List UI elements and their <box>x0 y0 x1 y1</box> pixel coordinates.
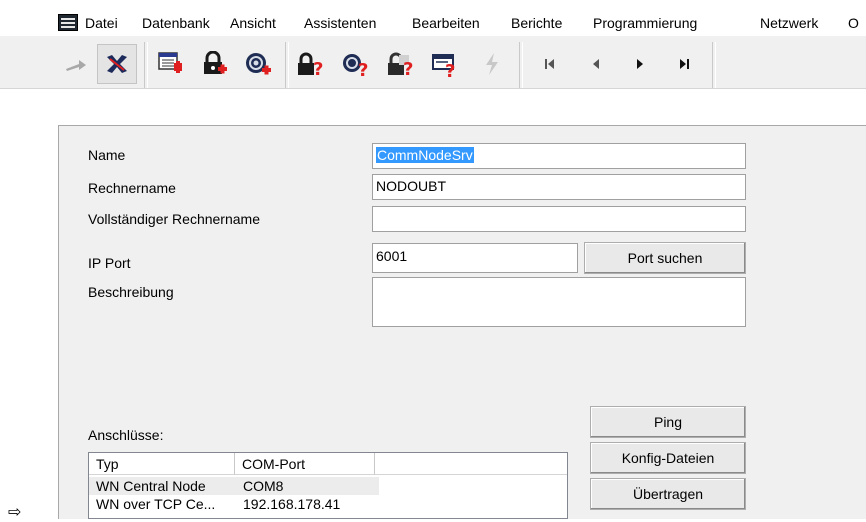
menu-datei[interactable]: Datei <box>85 15 118 32</box>
delete-button[interactable] <box>97 44 137 84</box>
menu-datenbank[interactable]: Datenbank <box>142 15 210 32</box>
transponder-query-button[interactable]: ? <box>336 44 376 84</box>
previous-record-button[interactable] <box>576 44 616 84</box>
table-row[interactable]: WN Central Node COM8 <box>89 477 379 495</box>
lock-query-grey-icon: ? <box>388 52 413 77</box>
last-record-icon <box>680 59 689 69</box>
connections-table[interactable]: Typ COM-Port WN Central Node COM8 WN ove… <box>88 452 568 519</box>
menu-ansicht[interactable]: Ansicht <box>230 15 276 32</box>
menu-bearbeiten[interactable]: Bearbeiten <box>412 15 480 32</box>
column-header-com-port[interactable]: COM-Port <box>235 453 375 475</box>
name-label: Name <box>88 147 126 163</box>
column-header-typ[interactable]: Typ <box>89 453 235 475</box>
name-value: CommNodeSrv <box>376 147 474 163</box>
table-row[interactable]: WN over TCP Ce... 192.168.178.41 <box>89 495 567 513</box>
lock-query-button[interactable]: ? <box>290 44 330 84</box>
next-record-icon <box>637 59 643 69</box>
new-transponder-button[interactable] <box>238 44 278 84</box>
menu-netzwerk[interactable]: Netzwerk <box>760 15 818 32</box>
full-computer-name-label: Vollständiger Rechnername <box>88 211 260 227</box>
port-search-button[interactable]: Port suchen <box>584 242 746 274</box>
menu-berichte[interactable]: Berichte <box>511 15 562 32</box>
menu-assistenten[interactable]: Assistenten <box>304 15 376 32</box>
ip-port-field[interactable]: 6001 <box>372 243 578 273</box>
svg-text:?: ? <box>313 59 323 77</box>
first-record-icon <box>545 59 554 69</box>
last-record-button[interactable] <box>664 44 704 84</box>
row-port: COM8 <box>243 478 284 494</box>
row-port: 192.168.178.41 <box>243 496 341 512</box>
menu-overflow[interactable]: O <box>848 15 859 32</box>
svg-text:?: ? <box>358 60 368 77</box>
back-arrow-icon <box>66 60 86 71</box>
ping-button[interactable]: Ping <box>590 406 746 438</box>
connections-label: Anschlüsse: <box>88 427 164 443</box>
description-field[interactable] <box>372 277 746 327</box>
svg-text:?: ? <box>445 61 455 77</box>
new-list-button[interactable] <box>150 44 190 84</box>
svg-text:?: ? <box>403 59 413 77</box>
lock-query-icon: ? <box>298 52 323 77</box>
new-list-icon <box>158 52 182 73</box>
window-query-button[interactable]: ? <box>425 44 465 84</box>
delete-icon <box>107 55 127 73</box>
config-files-button[interactable]: Konfig-Dateien <box>590 442 746 474</box>
menu-bar: Datei Datenbank Ansicht Assistenten Bear… <box>0 0 866 36</box>
pointer-arrow-icon: ⇨ <box>8 504 22 521</box>
lightning-button[interactable] <box>472 44 512 84</box>
transponder-query-icon: ? <box>343 54 368 77</box>
row-typ: WN over TCP Ce... <box>96 496 216 512</box>
ip-port-label: IP Port <box>88 255 131 271</box>
full-computer-name-field[interactable] <box>372 206 746 232</box>
window-query-icon: ? <box>432 54 455 77</box>
menu-programmierung[interactable]: Programmierung <box>593 15 697 32</box>
back-button[interactable] <box>56 44 96 84</box>
new-lock-button[interactable] <box>194 44 234 84</box>
computer-name-field[interactable]: NODOUBT <box>372 174 746 200</box>
app-menu-icon[interactable] <box>58 14 78 31</box>
row-typ: WN Central Node <box>96 478 206 494</box>
lock-query-grey-button[interactable]: ? <box>380 44 420 84</box>
new-lock-icon <box>204 51 227 74</box>
new-transponder-icon <box>246 53 271 75</box>
previous-record-icon <box>593 59 599 69</box>
lightning-icon <box>486 53 498 75</box>
first-record-button[interactable] <box>530 44 570 84</box>
transfer-button[interactable]: Übertragen <box>590 478 746 510</box>
computer-name-label: Rechnername <box>88 180 176 196</box>
next-record-button[interactable] <box>620 44 660 84</box>
description-label: Beschreibung <box>88 284 174 300</box>
column-header-empty[interactable] <box>375 453 567 475</box>
name-field[interactable]: CommNodeSrv <box>372 143 746 169</box>
